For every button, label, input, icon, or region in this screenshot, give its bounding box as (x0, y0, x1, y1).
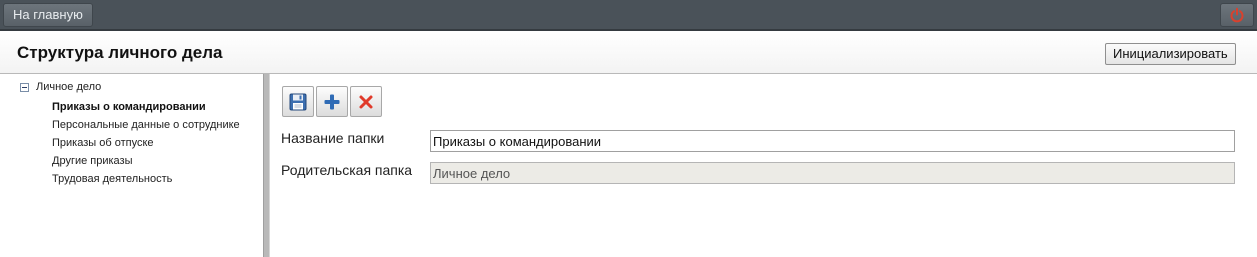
page-title: Структура личного дела (17, 43, 223, 62)
logout-button[interactable] (1220, 3, 1254, 27)
tree-item-other-orders[interactable]: Другие приказы (52, 155, 240, 173)
add-button[interactable] (316, 86, 348, 117)
power-icon (1230, 7, 1244, 23)
floppy-disk-icon (289, 93, 307, 110)
folder-tree: Личное дело Приказы о командировании Пер… (0, 74, 263, 257)
parent-folder-label: Родительская папка (281, 162, 413, 178)
initialize-button[interactable]: Инициализировать (1105, 43, 1236, 65)
folder-name-label: Название папки (281, 130, 385, 146)
home-button[interactable]: На главную (3, 3, 93, 27)
tree-root-label: Личное дело (36, 81, 102, 93)
page-header: Структура личного дела Инициализировать (0, 33, 1257, 74)
tree-item-employee-personal-data[interactable]: Персональные данные о сотруднике (52, 119, 240, 137)
plus-icon (324, 94, 340, 109)
tree-children: Приказы о командировании Персональные да… (52, 101, 240, 191)
save-button[interactable] (282, 86, 314, 117)
tree-item-business-trip-orders[interactable]: Приказы о командировании (52, 101, 240, 119)
panel-splitter[interactable] (263, 74, 270, 257)
folder-name-input[interactable] (430, 130, 1235, 152)
tree-root-node[interactable]: Личное дело (20, 80, 101, 94)
tree-item-vacation-orders[interactable]: Приказы об отпуске (52, 137, 240, 155)
top-bar: На главную (0, 0, 1257, 31)
folder-form: Название папки Родительская папка (270, 74, 1257, 257)
collapse-minus-icon[interactable] (20, 82, 29, 92)
parent-folder-input (430, 162, 1235, 184)
tree-item-work-history[interactable]: Трудовая деятельность (52, 173, 240, 191)
delete-button[interactable] (350, 86, 382, 117)
red-x-icon (359, 95, 373, 108)
